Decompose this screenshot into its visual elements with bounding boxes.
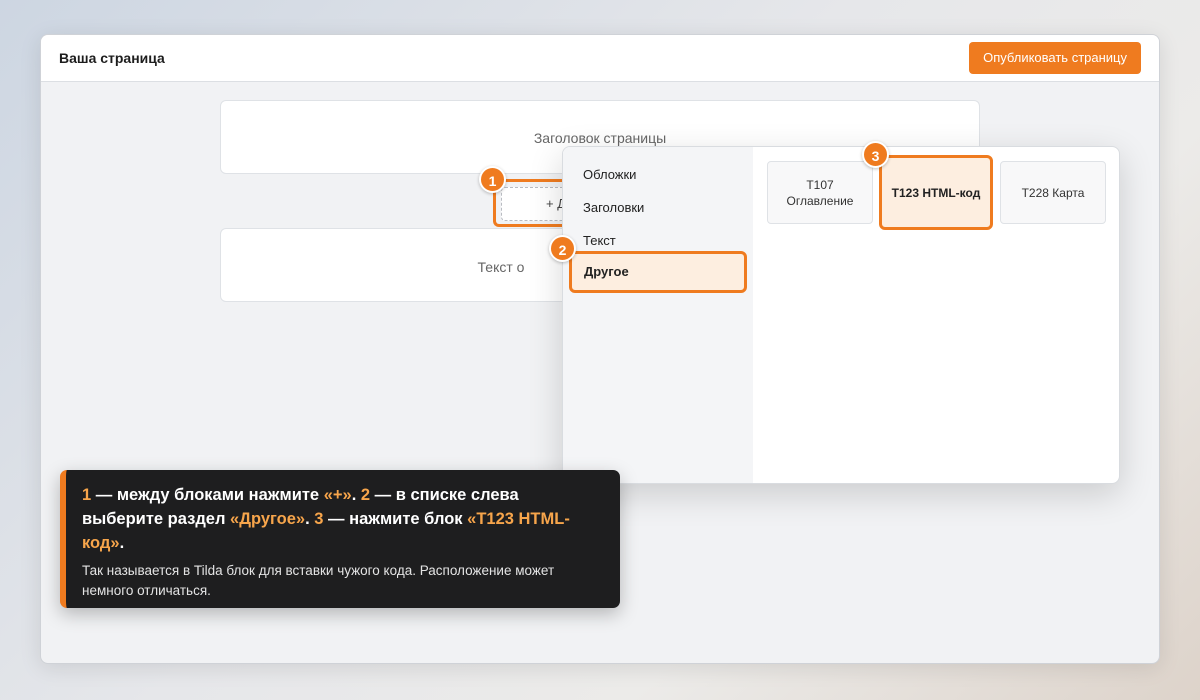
text-block-label: Текст о [477,259,525,275]
category-text[interactable]: Текст [583,233,616,248]
block-card-t123[interactable]: T123 HTML-код [879,155,993,230]
step1-highlight: «+» [323,486,352,504]
top-bar: Ваша страница Опубликовать страницу [41,35,1159,82]
step2-number: 2 [360,486,371,504]
step2-end: . [305,510,315,528]
category-headings[interactable]: Заголовки [583,200,644,215]
page-title: Ваша страница [59,50,165,66]
step-marker-2: 2 [549,235,576,262]
instruction-note: Так называется в Tilda блок для вставки … [82,563,555,598]
block-card-t107[interactable]: T107 Оглавление [767,161,873,224]
step1-end: . [351,486,361,504]
step1-text: — между блоками нажмите [91,486,324,504]
step-marker-3: 3 [862,141,889,168]
block-card-t228[interactable]: T228 Карта [1000,161,1106,224]
block-library-panel: Обложки Заголовки Текст Другое T107 Огла… [562,146,1120,484]
category-other[interactable]: Другое [569,251,747,293]
category-list: Обложки Заголовки Текст Другое [563,147,753,483]
step3-end: . [119,534,125,552]
instruction-callout: 1 — между блоками нажмите «+». 2 — в спи… [60,470,620,608]
step1-number: 1 [82,486,92,504]
category-covers[interactable]: Обложки [583,167,636,182]
step2-highlight: «Другое» [230,510,306,528]
publish-button[interactable]: Опубликовать страницу [969,42,1141,74]
instruction-steps: 1 — между блоками нажмите «+». 2 — в спи… [82,483,604,555]
step-marker-1: 1 [479,166,506,193]
step3-text: — нажмите блок [323,510,468,528]
